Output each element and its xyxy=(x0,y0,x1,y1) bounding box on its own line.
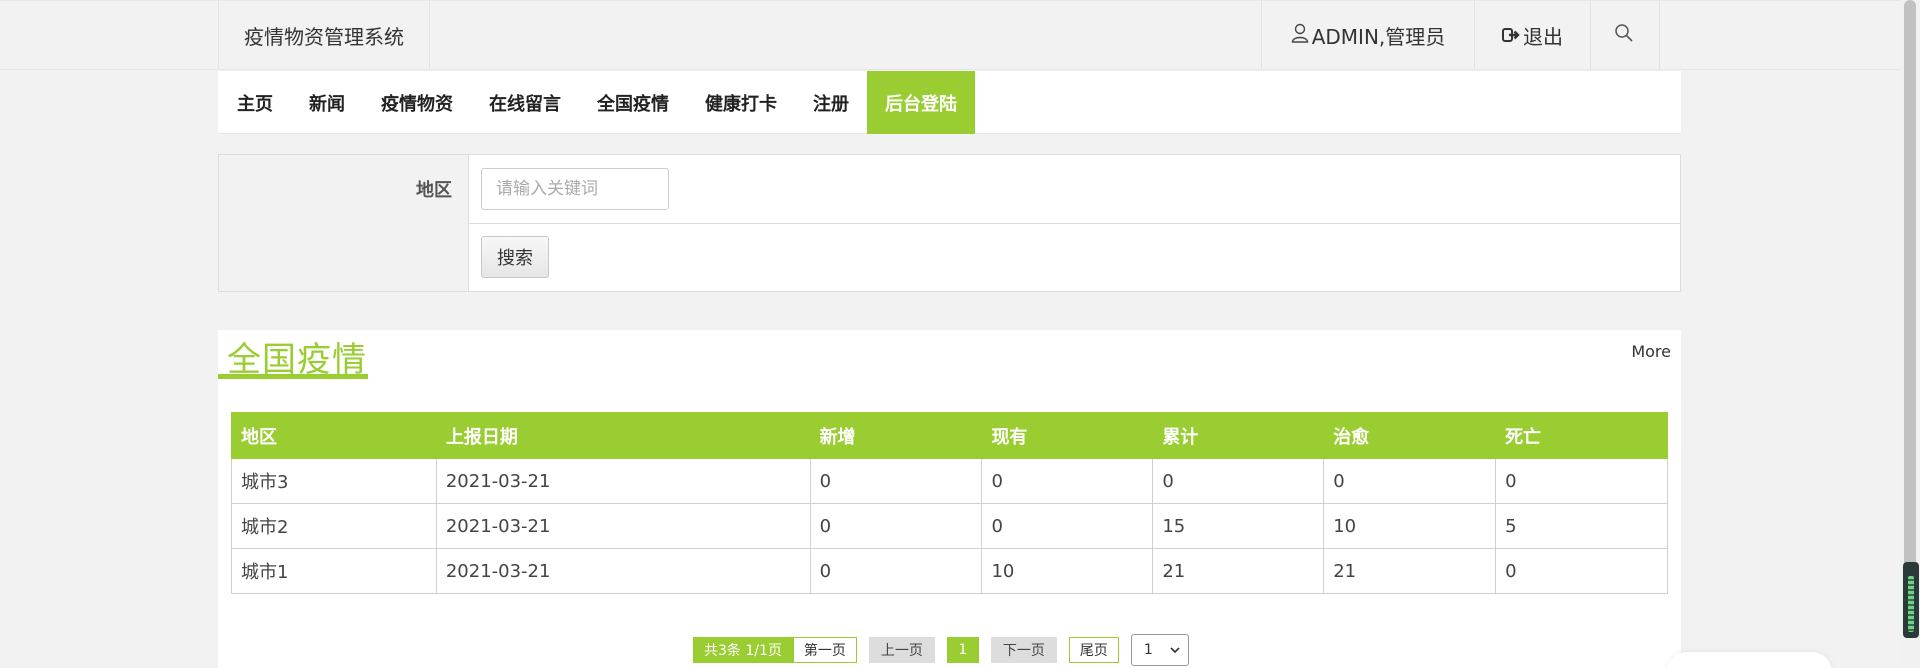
nav-home[interactable]: 主页 xyxy=(218,71,291,134)
region-field-cell xyxy=(469,155,1680,223)
page-select[interactable]: 1 xyxy=(1130,634,1189,666)
epidemic-panel: 全国疫情 More 地区 上报日期 新增 现有 累计 治愈 死亡 城市3 202… xyxy=(218,330,1681,668)
table-row: 城市3 2021-03-21 0 0 0 0 0 xyxy=(231,458,1668,504)
table-row: 城市2 2021-03-21 0 0 15 10 5 xyxy=(231,503,1668,549)
pagination: 共3条 1/1页 第一页 上一页 1 下一页 尾页 1 xyxy=(693,634,1189,666)
cell-new: 0 xyxy=(809,503,983,549)
scrollbar[interactable] xyxy=(1900,0,1920,668)
cell-total: 15 xyxy=(1152,503,1325,549)
nav-register[interactable]: 注册 xyxy=(795,71,867,134)
cell-deaths: 5 xyxy=(1495,503,1668,549)
region-label: 地区 xyxy=(219,155,469,223)
cell-region: 城市1 xyxy=(231,548,437,594)
action-cell: 搜索 xyxy=(469,223,1680,291)
form-row-action: 搜索 xyxy=(219,223,1680,291)
nav-admin-login[interactable]: 后台登陆 xyxy=(867,71,975,134)
cell-current: 0 xyxy=(981,458,1154,504)
page-total: 共3条 1/1页 xyxy=(693,637,793,663)
app-title: 疫情物资管理系统 xyxy=(218,1,430,70)
main-nav: 主页 新闻 疫情物资 在线留言 全国疫情 健康打卡 注册 后台登陆 xyxy=(218,71,1681,134)
cell-current: 10 xyxy=(981,548,1154,594)
epidemic-table: 地区 上报日期 新增 现有 累计 治愈 死亡 城市3 2021-03-21 0 … xyxy=(231,412,1668,594)
side-widget[interactable] xyxy=(1903,562,1919,638)
logout-label: 退出 xyxy=(1523,25,1563,49)
nav-supplies[interactable]: 疫情物资 xyxy=(363,71,471,134)
more-link[interactable]: More xyxy=(1631,342,1671,361)
table-header-row: 地区 上报日期 新增 现有 累计 治愈 死亡 xyxy=(231,412,1668,459)
cell-cured: 21 xyxy=(1323,548,1497,594)
search-form: 地区 搜索 xyxy=(218,154,1681,292)
cell-total: 0 xyxy=(1152,458,1325,504)
nav-national-epidemic[interactable]: 全国疫情 xyxy=(579,71,687,134)
prev-page-button[interactable]: 上一页 xyxy=(868,637,935,663)
col-deaths: 死亡 xyxy=(1495,412,1668,459)
cell-date: 2021-03-21 xyxy=(435,503,811,549)
top-header: 疫情物资管理系统 ADMIN,管理员 退出 xyxy=(0,0,1900,70)
nav-news[interactable]: 新闻 xyxy=(291,71,363,134)
current-page[interactable]: 1 xyxy=(946,637,979,663)
empty-label-cell xyxy=(219,223,469,291)
logout-button[interactable]: 退出 xyxy=(1474,1,1590,70)
cell-date: 2021-03-21 xyxy=(435,548,811,594)
col-total: 累计 xyxy=(1152,412,1325,459)
cell-date: 2021-03-21 xyxy=(435,458,811,504)
user-name: ADMIN,管理员 xyxy=(1311,25,1446,49)
col-cured: 治愈 xyxy=(1323,412,1497,459)
header-search-button[interactable] xyxy=(1590,1,1660,70)
cell-region: 城市3 xyxy=(231,458,437,504)
col-report-date: 上报日期 xyxy=(435,412,811,459)
floating-widget[interactable] xyxy=(1667,652,1832,668)
keyword-input[interactable] xyxy=(481,168,669,210)
title-underline xyxy=(218,374,368,379)
cell-new: 0 xyxy=(809,548,983,594)
top-actions: ADMIN,管理员 退出 xyxy=(1261,1,1660,70)
page-select-value: 1 xyxy=(1143,642,1153,658)
scrollbar-thumb[interactable] xyxy=(1904,0,1916,638)
page: 疫情物资管理系统 ADMIN,管理员 退出 主页 新闻 疫情物资 在线留言 全国… xyxy=(0,0,1920,668)
chevron-down-icon xyxy=(1170,642,1180,658)
last-page-button[interactable]: 尾页 xyxy=(1068,637,1119,663)
logout-icon xyxy=(1502,24,1523,48)
user-menu[interactable]: ADMIN,管理员 xyxy=(1261,1,1474,70)
first-page-button[interactable]: 第一页 xyxy=(792,637,857,663)
cell-cured: 10 xyxy=(1323,503,1497,549)
cell-total: 21 xyxy=(1152,548,1325,594)
cell-current: 0 xyxy=(981,503,1154,549)
search-button[interactable]: 搜索 xyxy=(481,236,549,278)
search-icon xyxy=(1614,23,1637,48)
level-meter-icon xyxy=(1908,576,1914,632)
cell-region: 城市2 xyxy=(231,503,437,549)
form-row-region: 地区 xyxy=(219,155,1680,224)
user-icon xyxy=(1291,23,1312,48)
nav-health-checkin[interactable]: 健康打卡 xyxy=(687,71,795,134)
cell-new: 0 xyxy=(809,458,983,504)
cell-deaths: 0 xyxy=(1495,548,1668,594)
col-region: 地区 xyxy=(231,412,437,459)
cell-cured: 0 xyxy=(1323,458,1497,504)
cell-deaths: 0 xyxy=(1495,458,1668,504)
table-row: 城市1 2021-03-21 0 10 21 21 0 xyxy=(231,548,1668,594)
col-current: 现有 xyxy=(981,412,1154,459)
col-new: 新增 xyxy=(809,412,983,459)
next-page-button[interactable]: 下一页 xyxy=(990,637,1057,663)
nav-messages[interactable]: 在线留言 xyxy=(471,71,579,134)
